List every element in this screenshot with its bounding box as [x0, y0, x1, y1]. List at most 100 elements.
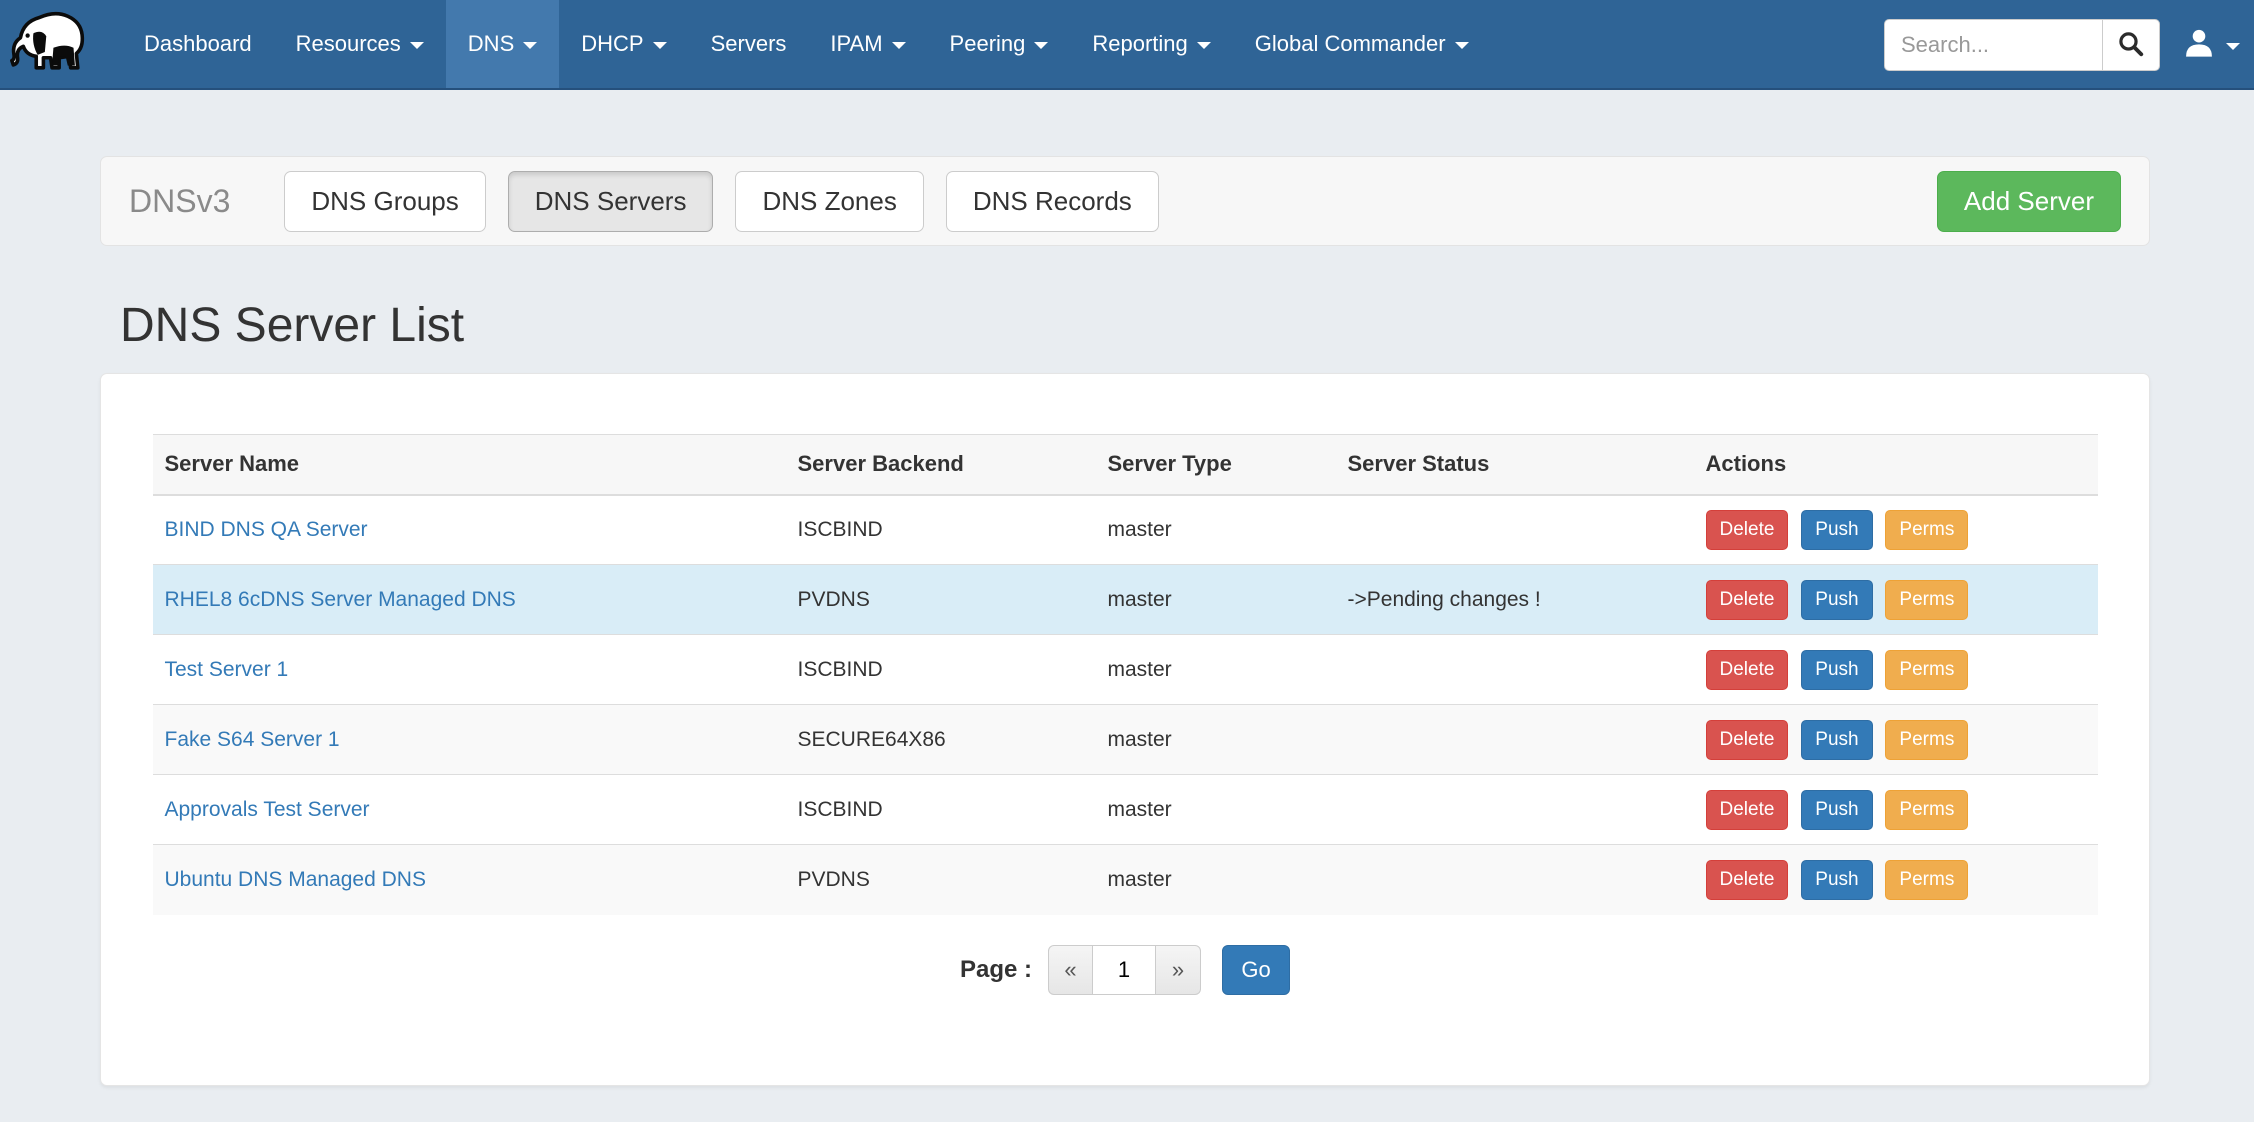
- search-button[interactable]: [2102, 19, 2160, 71]
- delete-button[interactable]: Delete: [1706, 650, 1789, 690]
- page-label: Page :: [960, 956, 1032, 984]
- delete-button[interactable]: Delete: [1706, 580, 1789, 620]
- nav-label: Dashboard: [144, 31, 252, 57]
- server-type-cell: master: [1096, 845, 1336, 915]
- server-backend-cell: ISCBIND: [786, 775, 1096, 845]
- perms-button[interactable]: Perms: [1885, 790, 1968, 830]
- column-header-actions: Actions: [1694, 435, 2098, 495]
- server-backend-cell: PVDNS: [786, 565, 1096, 635]
- column-header-server-backend: Server Backend: [786, 435, 1096, 495]
- push-button[interactable]: Push: [1801, 580, 1872, 620]
- next-page-button[interactable]: »: [1156, 945, 1201, 995]
- nav-label: Servers: [711, 31, 787, 57]
- caret-down-icon: [523, 42, 537, 49]
- dns-toolbar: DNSv3 DNS Groups DNS Servers DNS Zones D…: [100, 156, 2150, 246]
- nav-item-dns[interactable]: DNS: [446, 0, 559, 88]
- nav-item-dhcp[interactable]: DHCP: [559, 0, 688, 88]
- perms-button[interactable]: Perms: [1885, 720, 1968, 760]
- nav-menu: Dashboard Resources DNS DHCP Servers IPA…: [122, 0, 1491, 88]
- delete-button[interactable]: Delete: [1706, 720, 1789, 760]
- nav-item-global-commander[interactable]: Global Commander: [1233, 0, 1491, 88]
- caret-down-icon: [1197, 42, 1211, 49]
- server-name-link[interactable]: BIND DNS QA Server: [165, 518, 368, 541]
- tab-dns-zones[interactable]: DNS Zones: [735, 171, 923, 232]
- user-icon: [2182, 26, 2216, 65]
- server-list-panel: Server Name Server Backend Server Type S…: [100, 373, 2150, 1086]
- nav-label: Resources: [296, 31, 401, 57]
- delete-button[interactable]: Delete: [1706, 860, 1789, 900]
- column-header-server-status: Server Status: [1336, 435, 1694, 495]
- server-status-cell: [1336, 635, 1694, 705]
- page-number-input[interactable]: [1093, 945, 1156, 995]
- push-button[interactable]: Push: [1801, 650, 1872, 690]
- server-type-cell: master: [1096, 565, 1336, 635]
- prev-page-button[interactable]: «: [1048, 945, 1093, 995]
- search-group: [1884, 19, 2160, 71]
- server-backend-cell: PVDNS: [786, 845, 1096, 915]
- server-backend-cell: SECURE64X86: [786, 705, 1096, 775]
- table-row-highlighted: RHEL8 6cDNS Server Managed DNS PVDNS mas…: [153, 565, 2098, 635]
- search-icon: [2117, 30, 2145, 61]
- server-status-cell: [1336, 775, 1694, 845]
- nav-item-dashboard[interactable]: Dashboard: [122, 0, 274, 88]
- nav-label: DHCP: [581, 31, 643, 57]
- toolbar-brand: DNSv3: [129, 183, 230, 220]
- caret-down-icon: [410, 42, 424, 49]
- table-row: Test Server 1 ISCBIND master Delete Push…: [153, 635, 2098, 705]
- caret-down-icon: [892, 42, 906, 49]
- table-row: Ubuntu DNS Managed DNS PVDNS master Dele…: [153, 845, 2098, 915]
- delete-button[interactable]: Delete: [1706, 510, 1789, 550]
- server-type-cell: master: [1096, 495, 1336, 565]
- perms-button[interactable]: Perms: [1885, 650, 1968, 690]
- nav-item-reporting[interactable]: Reporting: [1070, 0, 1232, 88]
- push-button[interactable]: Push: [1801, 860, 1872, 900]
- caret-down-icon: [653, 42, 667, 49]
- table-row: Approvals Test Server ISCBIND master Del…: [153, 775, 2098, 845]
- tab-dns-groups[interactable]: DNS Groups: [284, 171, 485, 232]
- server-name-link[interactable]: Test Server 1: [165, 658, 289, 681]
- nav-item-ipam[interactable]: IPAM: [808, 0, 927, 88]
- tab-dns-servers[interactable]: DNS Servers: [508, 171, 714, 232]
- caret-down-icon: [1034, 42, 1048, 49]
- server-name-link[interactable]: Fake S64 Server 1: [165, 728, 340, 751]
- delete-button[interactable]: Delete: [1706, 790, 1789, 830]
- add-server-button[interactable]: Add Server: [1937, 171, 2121, 232]
- user-menu[interactable]: [2182, 26, 2240, 65]
- nav-label: DNS: [468, 31, 514, 57]
- server-status-cell: ->Pending changes !: [1336, 565, 1694, 635]
- server-backend-cell: ISCBIND: [786, 495, 1096, 565]
- server-name-link[interactable]: RHEL8 6cDNS Server Managed DNS: [165, 588, 516, 611]
- caret-down-icon: [1455, 42, 1469, 49]
- perms-button[interactable]: Perms: [1885, 510, 1968, 550]
- go-button[interactable]: Go: [1222, 945, 1290, 995]
- tab-dns-records[interactable]: DNS Records: [946, 171, 1159, 232]
- search-input[interactable]: [1884, 19, 2102, 71]
- nav-item-peering[interactable]: Peering: [928, 0, 1071, 88]
- push-button[interactable]: Push: [1801, 510, 1872, 550]
- top-navbar: Dashboard Resources DNS DHCP Servers IPA…: [0, 0, 2254, 90]
- server-name-link[interactable]: Approvals Test Server: [165, 798, 370, 821]
- nav-item-resources[interactable]: Resources: [274, 0, 446, 88]
- perms-button[interactable]: Perms: [1885, 860, 1968, 900]
- mammoth-logo-icon: [9, 6, 95, 83]
- caret-down-icon: [2226, 43, 2240, 50]
- server-status-cell: [1336, 495, 1694, 565]
- push-button[interactable]: Push: [1801, 720, 1872, 760]
- pager-group: « »: [1048, 945, 1201, 995]
- table-row: BIND DNS QA Server ISCBIND master Delete…: [153, 495, 2098, 565]
- brand-logo[interactable]: [0, 0, 104, 88]
- server-status-cell: [1336, 705, 1694, 775]
- nav-item-servers[interactable]: Servers: [689, 0, 809, 88]
- column-header-server-name: Server Name: [153, 435, 786, 495]
- perms-button[interactable]: Perms: [1885, 580, 1968, 620]
- table-header-row: Server Name Server Backend Server Type S…: [153, 435, 2098, 495]
- table-row: Fake S64 Server 1 SECURE64X86 master Del…: [153, 705, 2098, 775]
- server-type-cell: master: [1096, 635, 1336, 705]
- nav-label: Global Commander: [1255, 31, 1446, 57]
- push-button[interactable]: Push: [1801, 790, 1872, 830]
- server-type-cell: master: [1096, 705, 1336, 775]
- pagination: Page : « » Go: [101, 945, 2149, 995]
- navbar-right: [1884, 0, 2254, 90]
- server-name-link[interactable]: Ubuntu DNS Managed DNS: [165, 868, 426, 891]
- server-backend-cell: ISCBIND: [786, 635, 1096, 705]
